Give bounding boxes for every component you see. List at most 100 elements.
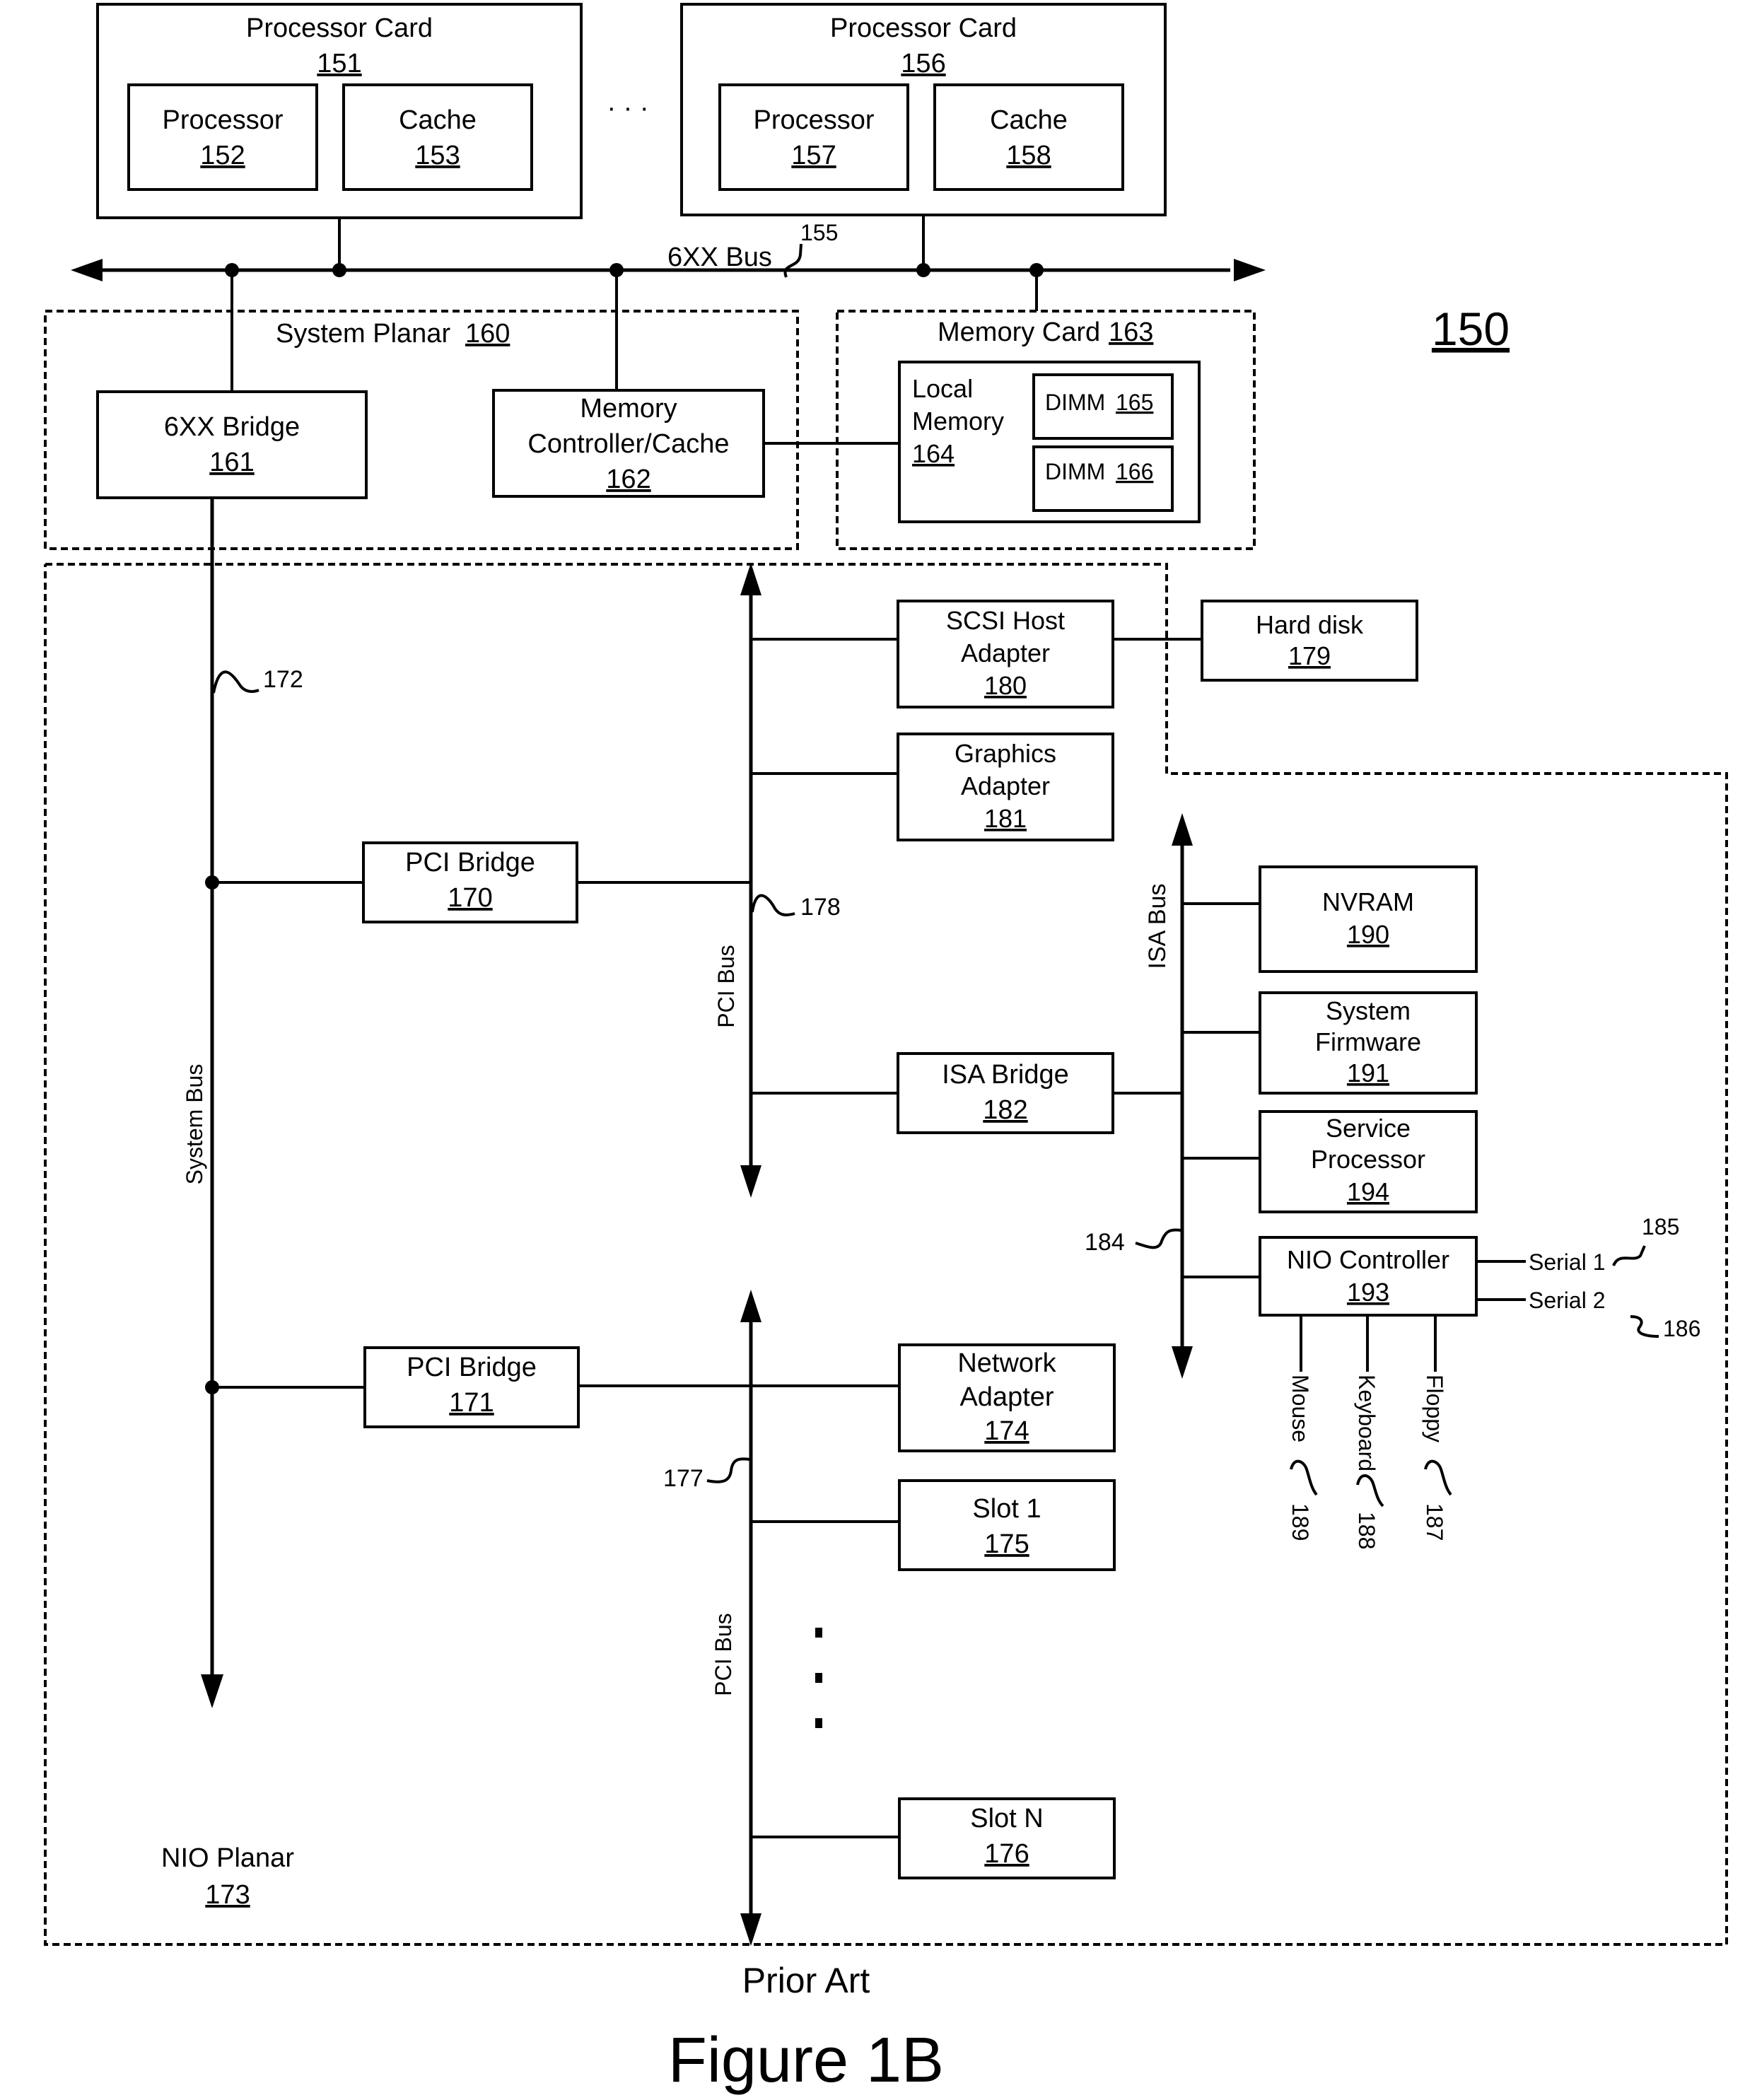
arrow-left-icon [71,259,103,281]
cache-ref: 158 [1006,141,1051,170]
arrow-up-icon [740,1290,761,1322]
nio-planar-ref: 173 [205,1880,250,1910]
processor-157: Processor 157 [718,83,909,191]
processor-card-156: Processor Card 156 Processor 157 Cache 1… [680,3,1167,216]
isa-bridge-ref: 182 [983,1095,1027,1125]
processor-label: Processor [162,105,283,135]
dimm-ref: 165 [1116,390,1153,415]
processor-card-label: Processor Card [246,13,433,43]
vertical-ellipsis [815,1628,822,1728]
pci-bridge-label: PCI Bridge [407,1353,537,1382]
dimm-label: DIMM [1045,459,1105,484]
port-ref: 187 [1422,1503,1447,1541]
local-memory-line1: Local [912,374,973,403]
scsi-host-adapter-180: SCSI Host Adapter 180 [897,600,1114,708]
arrow-right-icon [1234,259,1266,281]
port-label: Keyboard [1354,1375,1379,1471]
service-processor-ref: 194 [1347,1177,1389,1206]
service-processor-line1: Service [1326,1114,1411,1143]
pci-bus-label: PCI Bus [711,1613,736,1696]
memory-controller-ref: 162 [606,465,650,494]
pci-bridge-170: PCI Bridge 170 [362,841,578,923]
service-processor-194: Service Processor 194 [1259,1110,1478,1213]
slot-1-175: Slot 1 175 [898,1479,1116,1571]
nvram-190: NVRAM 190 [1259,865,1478,973]
bus-6xx-ref: 155 [800,220,838,245]
port-ref: 188 [1354,1512,1379,1549]
nio-controller-193: NIO Controller 193 [1259,1236,1478,1317]
graphics-ref: 181 [984,804,1027,833]
figure-caption: Figure 1B [668,2025,944,2096]
dimm-166: DIMM 166 [1032,445,1174,512]
bridge-6xx-ref: 161 [209,448,254,477]
figure-ref: 150 [1432,303,1510,355]
serial-ref: 186 [1663,1316,1700,1341]
scsi-line2: Adapter [961,638,1050,667]
graphics-adapter-181: Graphics Adapter 181 [897,733,1114,841]
pci-bus-ref: 177 [663,1465,704,1492]
scsi-line1: SCSI Host [946,606,1065,635]
cache-label: Cache [399,105,477,135]
port-mouse: Mouse 189 [1288,1315,1318,1541]
cache-153: Cache 153 [342,83,533,191]
hard-disk-ref: 179 [1288,641,1331,670]
hard-disk-179: Hard disk 179 [1201,600,1418,682]
port-ref: 189 [1288,1503,1313,1541]
dimm-label: DIMM [1045,390,1105,415]
port-label: Floppy [1422,1375,1447,1442]
port-floppy: Floppy 187 [1422,1315,1452,1541]
nvram-ref: 190 [1347,920,1389,949]
dimm-ref: 166 [1116,459,1153,484]
pci-bus-177: 177 PCI Bus [663,1290,761,1946]
pci-bus-label: PCI Bus [713,945,739,1027]
dimm-165: DIMM 165 [1032,373,1174,440]
serial-port-2: Serial 2 186 [1476,1288,1700,1341]
nio-controller-label: NIO Controller [1287,1245,1449,1274]
bridge-6xx-label: 6XX Bridge [164,412,300,442]
graphics-line1: Graphics [955,739,1056,768]
pci-bus-ref: 178 [800,894,841,921]
system-bus: 172 System Bus [182,498,303,1708]
network-adapter-ref: 174 [984,1416,1029,1446]
arrow-down-icon [1172,1346,1193,1379]
block-diagram: Processor Card 151 Processor 152 Cache 1… [44,3,1728,2096]
slot-n-176: Slot N 176 [898,1797,1116,1879]
pci-bridge-label: PCI Bridge [405,848,535,877]
port-keyboard: Keyboard 188 [1354,1315,1384,1549]
memory-controller-line2: Controller/Cache [527,429,729,459]
bus-6xx-label: 6XX Bus [667,243,772,272]
slotN-ref: 176 [984,1839,1029,1869]
memory-card-163: Memory Card 163 Local Memory 164 DIMM 16… [836,270,1256,550]
system-planar-label: System Planar [276,319,450,349]
firmware-line1: System [1326,996,1411,1025]
slotN-label: Slot N [970,1804,1043,1833]
system-planar-160: System Planar 160 6XX Bridge 161 Memory … [44,270,799,550]
network-adapter-174: Network Adapter 174 [898,1343,1116,1452]
processor-card-ref: 151 [317,49,361,78]
isa-bus-ref: 184 [1085,1229,1125,1256]
pci-bridge-ref: 170 [448,883,492,913]
nio-controller-ref: 193 [1347,1278,1389,1307]
graphics-line2: Adapter [961,771,1050,800]
arrow-up-icon [740,563,761,595]
processor-card-ref: 156 [901,49,945,78]
serial-port-1: Serial 1 185 [1476,1214,1679,1275]
pci-bridge-171: PCI Bridge 171 [363,1346,580,1428]
serial-label: Serial 2 [1529,1288,1606,1313]
scsi-ref: 180 [984,671,1027,700]
memory-controller-line1: Memory [580,394,677,424]
slot1-label: Slot 1 [972,1494,1041,1524]
processor-label: Processor [753,105,874,135]
pci-bus-178: 178 PCI Bus [713,563,841,1198]
memory-card-label: Memory Card [938,317,1100,347]
serial-label: Serial 1 [1529,1249,1606,1275]
arrow-up-icon [1172,813,1193,846]
prior-art-caption: Prior Art [742,1961,870,2000]
pci-bridge-ref: 171 [449,1388,494,1418]
system-bus-label: System Bus [182,1064,207,1185]
arrow-down-icon [740,1165,761,1198]
system-firmware-191: System Firmware 191 [1259,991,1478,1095]
processor-card-151: Processor Card 151 Processor 152 Cache 1… [96,3,583,219]
bus-6xx: 6XX Bus 155 [71,215,1266,281]
local-memory-164: Local Memory 164 DIMM 165 DIMM 166 [898,361,1201,523]
